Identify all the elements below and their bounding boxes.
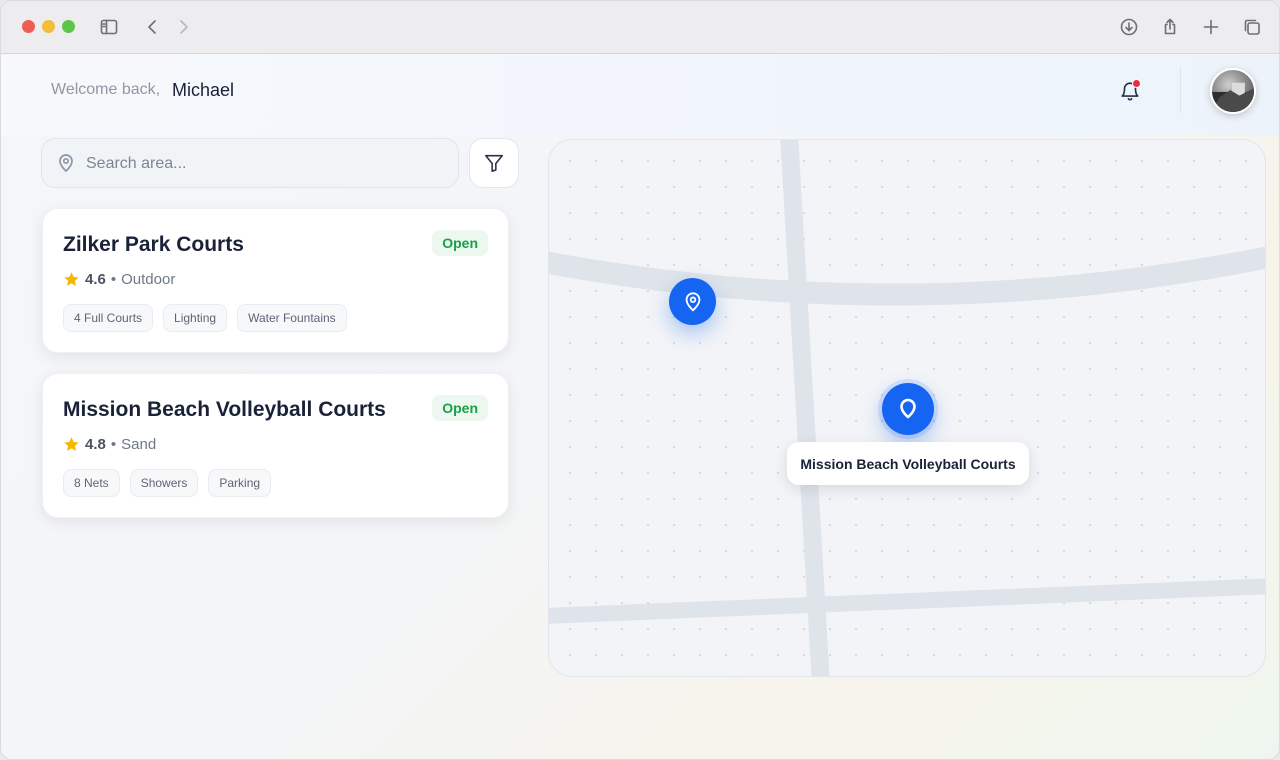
- user-avatar[interactable]: [1210, 68, 1256, 114]
- court-card[interactable]: Mission Beach Volleyball Courts Open 4.8…: [42, 373, 509, 518]
- sidebar-icon: [100, 19, 118, 35]
- court-card[interactable]: Zilker Park Courts Open 4.6 • Outdoor 4 …: [42, 208, 509, 353]
- map-marker-zilker[interactable]: [669, 278, 716, 325]
- court-type: Sand: [121, 436, 157, 453]
- forward-button[interactable]: [171, 14, 197, 40]
- new-tab-icon: [1203, 19, 1219, 35]
- header-divider: [1180, 67, 1181, 113]
- amenity-tag: 8 Nets: [63, 469, 120, 497]
- tabs-icon: [1244, 19, 1260, 35]
- notification-badge: [1132, 79, 1141, 88]
- avatar-photo: [1212, 82, 1254, 112]
- filter-button[interactable]: [469, 138, 519, 188]
- minimize-window-button[interactable]: [42, 20, 55, 33]
- maximize-window-button[interactable]: [62, 20, 75, 33]
- status-badge: Open: [432, 395, 488, 421]
- location-pin-icon: [900, 398, 916, 419]
- location-pin-icon: [685, 291, 700, 311]
- court-rating: 4.6: [85, 271, 106, 288]
- amenity-tag: Water Fountains: [237, 304, 347, 332]
- meta-separator: •: [110, 271, 117, 288]
- amenity-tag: Parking: [208, 469, 272, 497]
- search-bar: [41, 138, 459, 188]
- status-badge: Open: [432, 230, 488, 256]
- location-pin-icon: [56, 153, 76, 173]
- star-icon: [64, 437, 79, 451]
- browser-window: Welcome back, Michael Zilker Park Courts…: [0, 0, 1280, 760]
- court-name: Mission Beach Volleyball Courts: [63, 398, 386, 421]
- share-icon: [1164, 18, 1176, 35]
- back-button[interactable]: [139, 14, 165, 40]
- court-meta: 4.8 • Sand: [63, 436, 156, 453]
- search-input[interactable]: [86, 151, 446, 177]
- amenity-tags: 4 Full Courts Lighting Water Fountains: [63, 304, 357, 332]
- amenity-tags: 8 Nets Showers Parking: [63, 469, 281, 497]
- welcome-text: Welcome back,: [51, 81, 161, 98]
- browser-toolbar: [1, 1, 1279, 54]
- username: Michael: [172, 80, 235, 100]
- court-meta: 4.6 • Outdoor: [63, 271, 175, 288]
- new-tab-button[interactable]: [1198, 14, 1224, 40]
- star-icon: [64, 272, 79, 286]
- amenity-tag: 4 Full Courts: [63, 304, 154, 332]
- forward-icon: [180, 20, 188, 34]
- map-marker-mission-beach[interactable]: [882, 383, 934, 435]
- tab-overview-button[interactable]: [1239, 14, 1265, 40]
- notifications-button[interactable]: [1116, 77, 1144, 105]
- court-rating: 4.8: [85, 436, 106, 453]
- map-view[interactable]: Mission Beach Volleyball Courts: [548, 139, 1266, 677]
- meta-separator: •: [110, 436, 117, 453]
- court-name: Zilker Park Courts: [63, 233, 244, 256]
- back-icon: [148, 20, 156, 34]
- sidebar-toggle-button[interactable]: [96, 14, 122, 40]
- app-header: Welcome back, Michael: [1, 55, 1279, 135]
- map-marker-tooltip: Mission Beach Volleyball Courts: [787, 442, 1029, 485]
- amenity-tag: Lighting: [163, 304, 228, 332]
- filter-icon: [484, 154, 504, 173]
- amenity-tag: Showers: [129, 469, 199, 497]
- download-icon: [1120, 18, 1138, 36]
- court-type: Outdoor: [121, 271, 176, 288]
- downloads-button[interactable]: [1116, 14, 1142, 40]
- share-button[interactable]: [1157, 14, 1183, 40]
- close-window-button[interactable]: [22, 20, 35, 33]
